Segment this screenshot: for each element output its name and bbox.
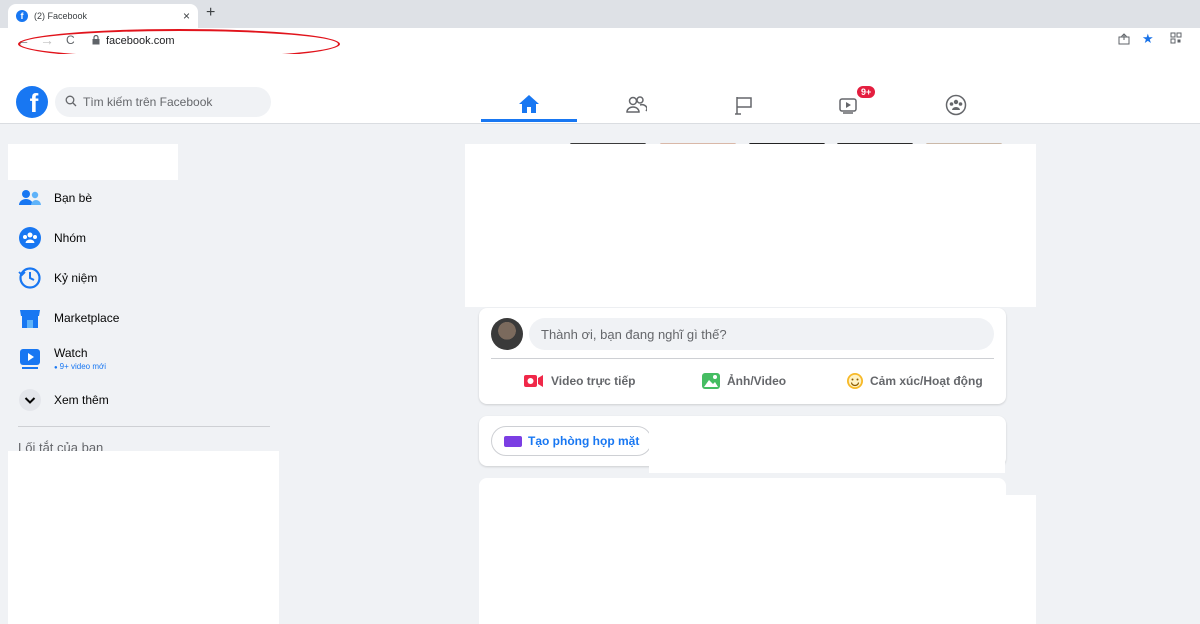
facebook-favicon-icon: f: [16, 10, 28, 22]
redacted-room-contacts: [649, 430, 1005, 473]
browser-tabstrip: f (2) Facebook × +: [0, 0, 1200, 28]
tab-friends[interactable]: [588, 88, 684, 122]
video-camera-plus-icon: [504, 435, 522, 447]
profile-shortcut[interactable]: [8, 144, 178, 180]
tab-watch[interactable]: 9+: [801, 84, 897, 122]
sidebar-item-watch[interactable]: Watch 9+ video mới: [8, 338, 278, 378]
friends-icon: [626, 96, 647, 113]
feeling-activity-label: Cảm xúc/Hoạt động: [870, 374, 983, 388]
photo-video-label: Ảnh/Video: [727, 374, 787, 388]
watch-new-videos-count: 9+ video mới: [54, 362, 106, 371]
sidebar-item-label: Nhóm: [54, 231, 87, 245]
sidebar-item-memories[interactable]: Kỷ niệm: [8, 258, 278, 298]
groups-icon: [945, 94, 967, 116]
live-video-button[interactable]: Video trực tiếp: [523, 368, 636, 394]
search-placeholder: Tìm kiếm trên Facebook: [83, 95, 213, 109]
redacted-shortcuts: [8, 451, 279, 624]
create-room-button[interactable]: Tạo phòng họp mặt: [491, 426, 653, 456]
photo-icon: [701, 372, 721, 390]
qr-code-icon[interactable]: [1170, 32, 1182, 47]
browser-tab[interactable]: f (2) Facebook ×: [8, 4, 198, 28]
watch-icon: [839, 98, 857, 114]
photo-video-button[interactable]: Ảnh/Video: [701, 368, 786, 394]
sidebar-item-label: Kỷ niệm: [54, 271, 98, 285]
groups-icon: [18, 226, 42, 250]
live-video-label: Video trực tiếp: [551, 374, 636, 388]
home-icon: [519, 94, 539, 113]
sidebar-item-see-more[interactable]: Xem thêm: [8, 380, 278, 420]
sidebar-item-groups[interactable]: Nhóm: [8, 218, 278, 258]
smiley-icon: [846, 372, 864, 390]
feeling-activity-button[interactable]: Cảm xúc/Hoạt động: [846, 368, 983, 394]
composer-divider: [491, 358, 994, 359]
sidebar-item-friends[interactable]: Bạn bè: [8, 178, 278, 218]
new-tab-button[interactable]: +: [206, 4, 215, 22]
flag-icon: [735, 97, 752, 115]
tab-pages[interactable]: [696, 88, 792, 122]
redacted-post-content: [481, 495, 1036, 624]
sidebar-item-label: Xem thêm: [54, 393, 109, 407]
bookmark-star-icon[interactable]: ★: [1142, 31, 1154, 47]
tab-title: (2) Facebook: [34, 11, 88, 21]
clock-icon: [18, 266, 42, 290]
post-composer: Thành ơi, bạn đang nghĩ gì thế? Video tr…: [479, 308, 1006, 404]
status-input[interactable]: Thành ơi, bạn đang nghĩ gì thế?: [529, 318, 994, 350]
watch-icon: [18, 346, 42, 370]
search-icon: [65, 95, 77, 110]
watch-notification-badge: 9+: [855, 84, 878, 100]
sidebar-item-label: Bạn bè: [54, 191, 93, 205]
marketplace-icon: [18, 306, 42, 330]
tab-home[interactable]: [481, 88, 577, 122]
avatar[interactable]: [491, 318, 523, 350]
sidebar-item-label: Watch: [54, 345, 88, 360]
sidebar-item-label: Marketplace: [54, 311, 120, 325]
chevron-down-icon: [18, 388, 42, 412]
live-video-icon: [523, 373, 545, 389]
search-input[interactable]: Tìm kiếm trên Facebook: [55, 87, 271, 117]
share-icon[interactable]: [1118, 33, 1130, 48]
sidebar-item-marketplace[interactable]: Marketplace: [8, 298, 278, 338]
tab-close-icon[interactable]: ×: [183, 9, 190, 23]
facebook-header: f Tìm kiếm trên Facebook 9+: [0, 54, 1200, 124]
redacted-stories: [465, 144, 1036, 307]
facebook-logo[interactable]: f: [16, 86, 48, 118]
sidebar-divider: [18, 426, 270, 427]
friends-icon: [18, 186, 42, 210]
tab-groups[interactable]: [908, 88, 1004, 122]
create-room-label: Tạo phòng họp mặt: [528, 434, 640, 448]
